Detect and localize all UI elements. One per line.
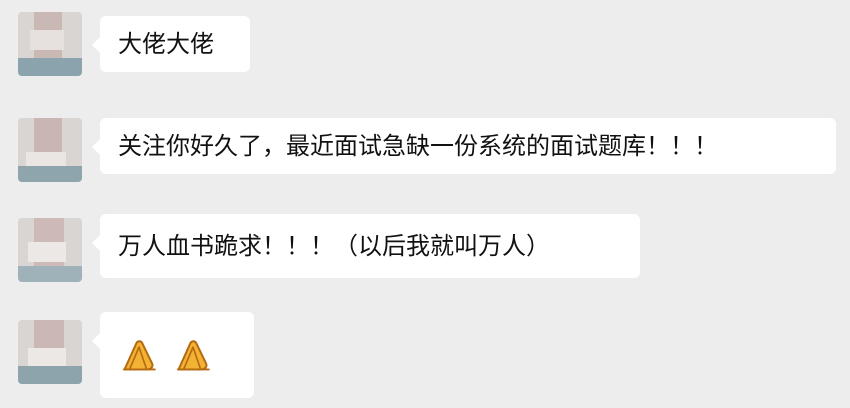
message-bubble[interactable]	[92, 312, 254, 398]
avatar[interactable]	[18, 12, 82, 76]
avatar[interactable]	[18, 218, 82, 282]
message-text: 万人血书跪求！！！（以后我就叫万人）	[118, 232, 550, 260]
message-text: 关注你好久了，最近面试急缺一份系统的面试题库！！！	[118, 132, 718, 160]
pray-hands-icon	[122, 340, 156, 371]
message-bubble[interactable]: 万人血书跪求！！！（以后我就叫万人）	[92, 214, 640, 278]
message-row: 万人血书跪求！！！（以后我就叫万人）	[0, 210, 850, 290]
message-bubble[interactable]: 大佬大佬	[92, 16, 250, 72]
message-row: 关注你好久了，最近面试急缺一份系统的面试题库！！！	[0, 114, 850, 194]
message-row	[0, 308, 850, 408]
message-bubble[interactable]: 关注你好久了，最近面试急缺一份系统的面试题库！！！	[92, 118, 836, 174]
pray-hands-icon	[176, 340, 210, 371]
avatar[interactable]	[18, 320, 82, 384]
message-text: 大佬大佬	[118, 30, 214, 58]
avatar[interactable]	[18, 118, 82, 182]
emoji-row	[118, 334, 214, 376]
message-row: 大佬大佬	[0, 4, 850, 84]
